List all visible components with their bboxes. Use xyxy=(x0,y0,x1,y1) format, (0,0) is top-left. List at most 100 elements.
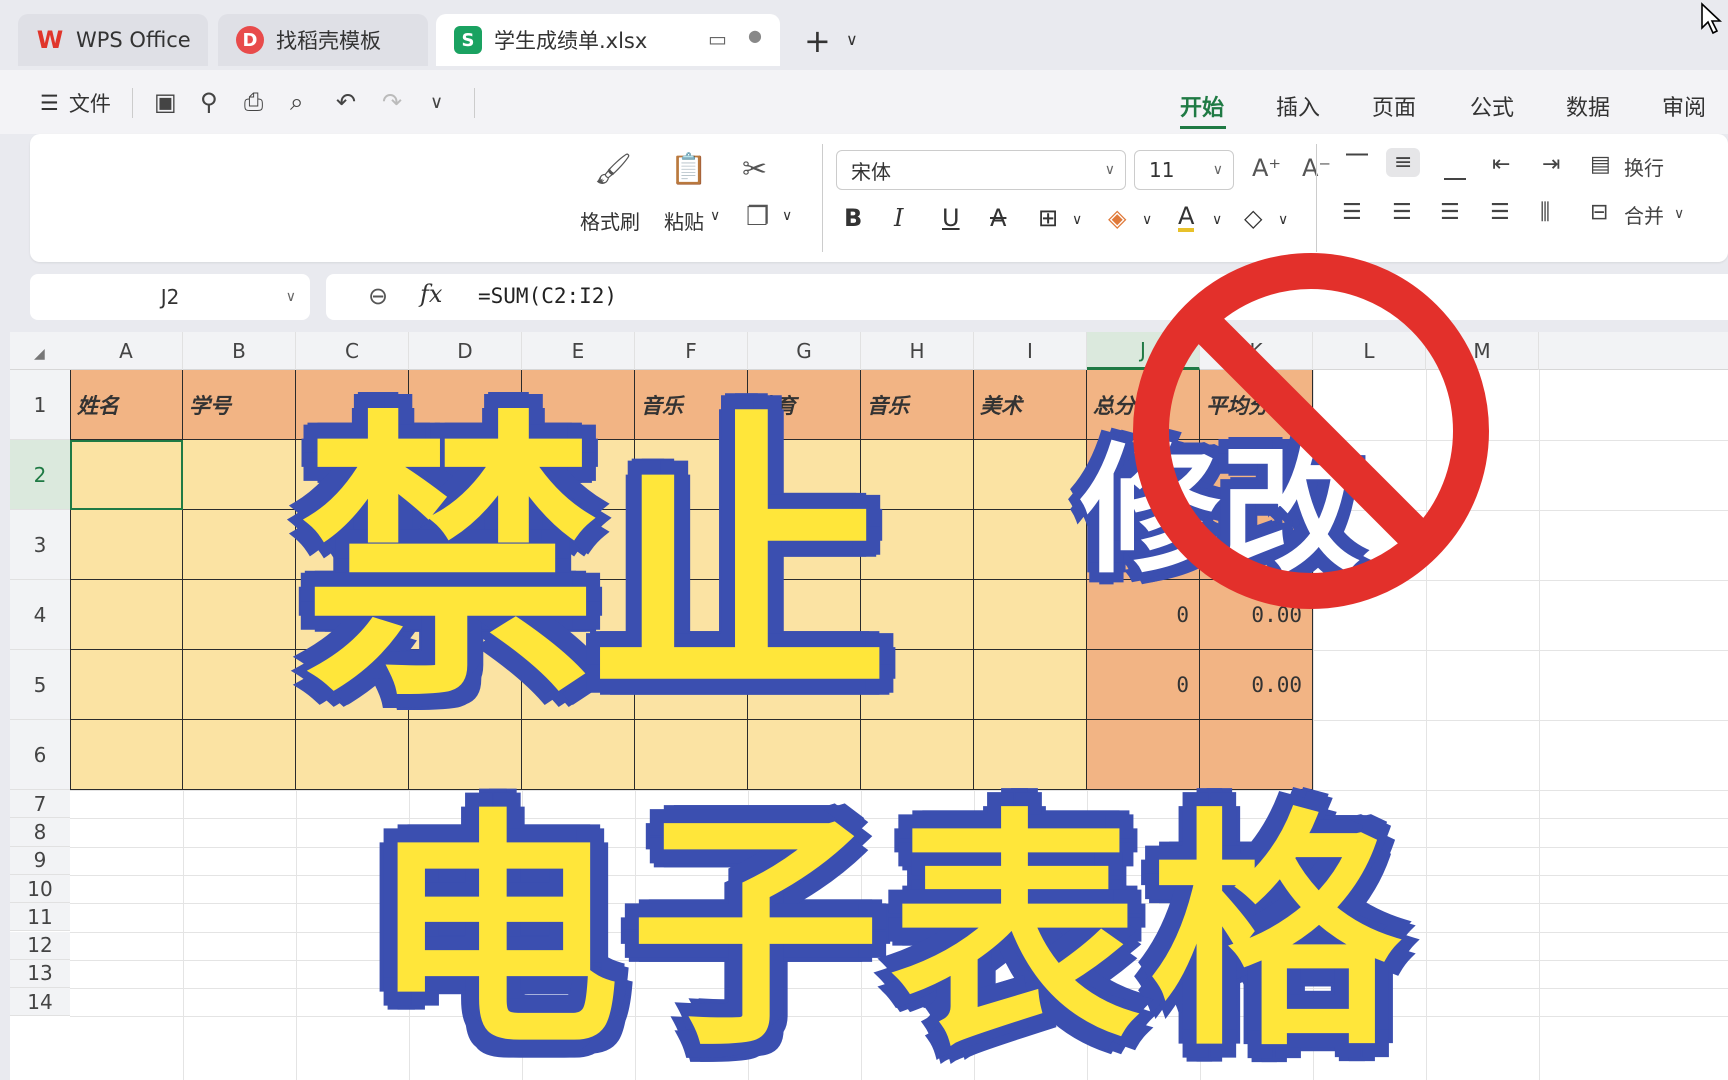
table-cell[interactable] xyxy=(183,440,296,510)
eraser-icon[interactable]: ◇ xyxy=(1244,204,1262,232)
wrap-text-icon[interactable]: ▤ xyxy=(1590,152,1611,177)
italic-icon[interactable]: I xyxy=(894,204,903,232)
row-header-3[interactable]: 3 xyxy=(10,510,70,580)
font-size-select[interactable]: 11 ∨ xyxy=(1134,150,1234,190)
chevron-down-icon[interactable]: ∨ xyxy=(1072,212,1082,228)
table-cell[interactable] xyxy=(70,510,183,580)
header-cell[interactable]: 姓名 xyxy=(70,370,183,440)
ribbon-tab-insert[interactable]: 插入 xyxy=(1276,90,1320,122)
row-header-2[interactable]: 2 xyxy=(10,440,70,510)
borders-icon[interactable]: ⊞ xyxy=(1038,204,1058,232)
copy-chevron-icon[interactable]: ∨ xyxy=(782,208,792,224)
table-cell[interactable] xyxy=(70,650,183,720)
underline-icon[interactable]: U xyxy=(942,204,960,232)
bold-icon[interactable]: B xyxy=(844,204,862,232)
redo-icon[interactable]: ↷ xyxy=(382,88,402,116)
ribbon-tab-page[interactable]: 页面 xyxy=(1372,90,1416,122)
align-middle-icon[interactable]: ≡ xyxy=(1386,148,1421,177)
decrease-indent-icon[interactable]: ⇤ xyxy=(1492,152,1510,177)
copy-icon[interactable]: ❐ xyxy=(746,202,769,232)
merge-cells-icon[interactable]: ⊟ xyxy=(1590,200,1608,225)
table-cell[interactable]: 0 xyxy=(1087,650,1200,720)
chevron-down-icon[interactable]: ∨ xyxy=(846,30,858,49)
increase-font-icon[interactable]: A⁺ xyxy=(1252,154,1281,182)
column-header-a[interactable]: A xyxy=(70,332,183,370)
row-header-8[interactable]: 8 xyxy=(10,818,70,847)
unsaved-dot-icon[interactable]: ● xyxy=(748,26,762,45)
tab-wps-office[interactable]: W WPS Office xyxy=(18,14,208,66)
row-header-4[interactable]: 4 xyxy=(10,580,70,650)
print-preview-icon[interactable]: ⌕ xyxy=(290,88,303,116)
fill-color-icon[interactable]: ◈ xyxy=(1108,204,1126,232)
row-header-6[interactable]: 6 xyxy=(10,720,70,790)
name-box[interactable]: J2 ∨ xyxy=(30,274,310,320)
formula-bar[interactable]: ⊖ fx =SUM(C2:I2) xyxy=(326,274,1728,320)
align-left-icon[interactable]: ☰ xyxy=(1342,200,1362,225)
ribbon-tab-review[interactable]: 审阅 xyxy=(1662,90,1706,122)
table-cell[interactable] xyxy=(974,650,1087,720)
merge-cells-label[interactable]: 合并 xyxy=(1624,200,1664,229)
fx-icon[interactable]: fx xyxy=(420,280,442,308)
distributed-icon[interactable]: ⫼ xyxy=(1540,200,1550,225)
tab-student-grades[interactable]: S 学生成绩单.xlsx ▭ ● xyxy=(436,14,780,66)
chevron-down-icon[interactable]: ∨ xyxy=(1278,212,1288,228)
row-header-10[interactable]: 10 xyxy=(10,874,70,904)
chevron-down-icon[interactable]: ∨ xyxy=(1142,212,1152,228)
table-cell[interactable] xyxy=(70,580,183,650)
row-header-13[interactable]: 13 xyxy=(10,959,70,989)
ribbon-tab-home[interactable]: 开始 xyxy=(1180,90,1224,122)
table-cell[interactable] xyxy=(974,510,1087,580)
wrap-text-label[interactable]: 换行 xyxy=(1624,152,1664,181)
strikethrough-icon[interactable]: A xyxy=(990,204,1006,232)
align-center-icon[interactable]: ☰ xyxy=(1392,200,1412,225)
table-cell[interactable] xyxy=(183,580,296,650)
format-painter-icon[interactable]: 🖌 xyxy=(594,152,632,187)
align-right-icon[interactable]: ☰ xyxy=(1440,200,1460,225)
table-cell[interactable]: 0.00 xyxy=(1200,650,1313,720)
monitor-icon[interactable]: ▭ xyxy=(708,27,727,51)
file-menu[interactable]: ☰ 文件 xyxy=(40,88,111,118)
paste-icon[interactable]: 📋 xyxy=(670,152,707,187)
table-cell[interactable] xyxy=(183,650,296,720)
paste-label[interactable]: 粘贴 xyxy=(664,206,704,235)
row-header-9[interactable]: 9 xyxy=(10,846,70,875)
align-top-icon[interactable]: ⎺ xyxy=(1346,152,1368,177)
ribbon-tab-formula[interactable]: 公式 xyxy=(1470,90,1514,122)
align-bottom-icon[interactable]: ⎽ xyxy=(1444,156,1466,181)
more-chevron-icon[interactable]: ∨ xyxy=(430,92,443,113)
row-header-1[interactable]: 1 xyxy=(10,370,70,440)
increase-indent-icon[interactable]: ⇥ xyxy=(1542,152,1560,177)
table-cell[interactable] xyxy=(183,720,296,790)
print-icon[interactable]: ⎙ xyxy=(244,88,263,116)
row-header-12[interactable]: 12 xyxy=(10,931,70,960)
undo-icon[interactable]: ↶ xyxy=(336,88,356,116)
cut-icon[interactable]: ✂ xyxy=(742,152,767,187)
table-cell[interactable] xyxy=(974,580,1087,650)
table-cell[interactable] xyxy=(974,440,1087,510)
row-header-14[interactable]: 14 xyxy=(10,988,70,1017)
table-cell[interactable] xyxy=(70,440,183,510)
chevron-down-icon[interactable]: ∨ xyxy=(1674,206,1684,222)
select-all-icon[interactable]: ◢ xyxy=(34,346,45,362)
new-tab-button[interactable]: + xyxy=(804,22,831,60)
header-cell[interactable]: 美术 xyxy=(974,370,1087,440)
save-icon[interactable]: ▣ xyxy=(154,88,177,116)
table-cell[interactable] xyxy=(70,720,183,790)
tab-docer-templates[interactable]: D 找稻壳模板 xyxy=(218,14,428,66)
format-painter-label[interactable]: 格式刷 xyxy=(580,206,640,235)
chevron-down-icon[interactable]: ∨ xyxy=(1212,212,1222,228)
table-cell[interactable] xyxy=(183,510,296,580)
link-icon[interactable]: ⚲ xyxy=(200,88,218,116)
justify-icon[interactable]: ☰ xyxy=(1490,200,1510,225)
row-header-5[interactable]: 5 xyxy=(10,650,70,720)
row-header-7[interactable]: 7 xyxy=(10,790,70,819)
zoom-icon[interactable]: ⊖ xyxy=(368,282,388,310)
font-color-icon[interactable]: A xyxy=(1178,204,1195,232)
font-name-select[interactable]: 宋体 ∨ xyxy=(836,150,1126,190)
header-cell[interactable]: 学号 xyxy=(183,370,296,440)
formula-input[interactable]: =SUM(C2:I2) xyxy=(478,284,617,308)
paste-chevron-icon[interactable]: ∨ xyxy=(710,208,720,224)
ribbon-tab-data[interactable]: 数据 xyxy=(1566,90,1610,122)
column-header-i[interactable]: I xyxy=(974,332,1087,370)
column-header-b[interactable]: B xyxy=(183,332,296,370)
